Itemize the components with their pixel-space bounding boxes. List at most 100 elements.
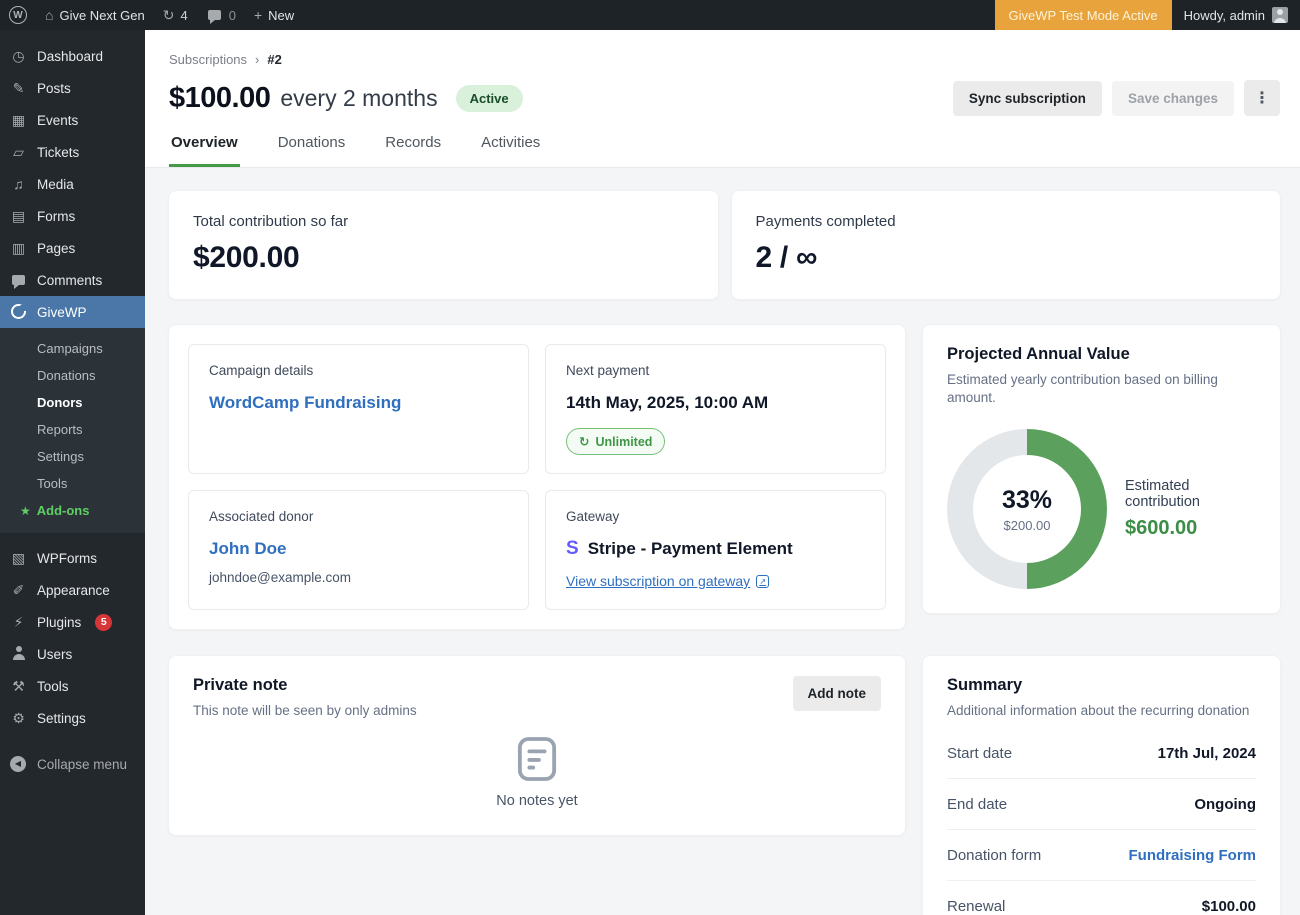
private-note-title: Private note: [193, 676, 417, 695]
sidebar-item-label: Appearance: [37, 583, 110, 598]
sidebar-item-pages[interactable]: ▥ Pages: [0, 232, 145, 264]
gateway-link-label: View subscription on gateway: [566, 573, 750, 589]
sidebar-item-comments[interactable]: Comments: [0, 264, 145, 296]
plugins-update-badge: 5: [95, 614, 112, 631]
summary-label: Donation form: [947, 847, 1041, 864]
sidebar-item-appearance[interactable]: ✐ Appearance: [0, 574, 145, 606]
sidebar-item-plugins[interactable]: ⚡ Plugins 5: [0, 606, 145, 638]
plus-icon: +: [254, 8, 262, 22]
users-icon: [10, 646, 27, 662]
tab-overview[interactable]: Overview: [169, 134, 240, 167]
note-document-icon: [517, 736, 557, 782]
sidebar-item-label: Events: [37, 113, 78, 128]
sidebar-item-users[interactable]: Users: [0, 638, 145, 670]
sidebar-item-tickets[interactable]: ▱ Tickets: [0, 136, 145, 168]
sidebar-item-media[interactable]: ♫ Media: [0, 168, 145, 200]
summary-row-end-date: End date Ongoing: [947, 779, 1256, 830]
stat-card-total-contribution: Total contribution so far $200.00: [168, 190, 719, 300]
breadcrumb-current: #2: [267, 52, 281, 67]
sidebar-item-label: Tools: [37, 679, 69, 694]
breadcrumb-subscriptions[interactable]: Subscriptions: [169, 52, 247, 67]
external-link-icon: ↗: [756, 575, 769, 588]
private-note-card: Private note This note will be seen by o…: [168, 655, 906, 836]
save-changes-button[interactable]: Save changes: [1112, 81, 1234, 116]
submenu-item-tools[interactable]: Tools: [0, 470, 145, 497]
add-note-button[interactable]: Add note: [793, 676, 882, 711]
private-note-subtitle: This note will be seen by only admins: [193, 702, 417, 720]
summary-row-renewal: Renewal $100.00: [947, 881, 1256, 915]
sidebar-item-label: GiveWP: [37, 305, 87, 320]
givewp-icon: [10, 304, 27, 321]
account-menu[interactable]: Howdy, admin: [1172, 0, 1300, 30]
wordpress-logo-icon: W: [9, 6, 27, 24]
sidebar-item-wpforms[interactable]: ▧ WPForms: [0, 542, 145, 574]
sidebar-item-label: Dashboard: [37, 49, 103, 64]
tab-activities[interactable]: Activities: [479, 134, 542, 167]
renewal-refresh-icon: ↻: [579, 434, 589, 449]
summary-row-start-date: Start date 17th Jul, 2024: [947, 728, 1256, 779]
summary-title: Summary: [947, 676, 1256, 695]
submenu-item-reports[interactable]: Reports: [0, 416, 145, 443]
summary-label: Start date: [947, 745, 1012, 762]
updates-icon: ↻: [163, 8, 175, 22]
wordpress-menu[interactable]: W: [0, 0, 36, 30]
sidebar-item-events[interactable]: ▦ Events: [0, 104, 145, 136]
site-name: Give Next Gen: [59, 8, 144, 23]
sync-subscription-button[interactable]: Sync subscription: [953, 81, 1102, 116]
gateway-card: Gateway S Stripe - Payment Element View …: [545, 490, 886, 610]
plugins-icon: ⚡: [10, 615, 27, 629]
sidebar-item-forms[interactable]: ▤ Forms: [0, 200, 145, 232]
page-header: Subscriptions › #2 $100.00 every 2 month…: [145, 30, 1300, 168]
comments-link[interactable]: 0: [197, 0, 245, 30]
sidebar-item-givewp[interactable]: GiveWP: [0, 296, 145, 328]
sidebar-item-posts[interactable]: ✎ Posts: [0, 72, 145, 104]
collapse-menu-label: Collapse menu: [37, 757, 127, 772]
sidebar-item-dashboard[interactable]: ◷ Dashboard: [0, 40, 145, 72]
posts-icon: ✎: [10, 81, 27, 95]
new-content-link[interactable]: + New: [245, 0, 303, 30]
no-notes-message: No notes yet: [496, 793, 577, 809]
view-subscription-gateway-link[interactable]: View subscription on gateway ↗: [566, 573, 769, 589]
avatar: [1272, 7, 1288, 23]
updates-link[interactable]: ↻ 4: [154, 0, 197, 30]
sidebar-item-label: Settings: [37, 711, 86, 726]
next-payment-date: 14th May, 2025, 10:00 AM: [566, 393, 865, 413]
donation-form-link[interactable]: Fundraising Form: [1129, 847, 1257, 864]
submenu-item-addons[interactable]: ★ Add-ons: [0, 497, 145, 524]
test-mode-label: GiveWP Test Mode Active: [1009, 8, 1158, 23]
site-link[interactable]: ⌂ Give Next Gen: [36, 0, 154, 30]
gateway-name: Stripe - Payment Element: [588, 539, 793, 559]
campaign-details-label: Campaign details: [209, 363, 508, 378]
tab-records[interactable]: Records: [383, 134, 443, 167]
submenu-item-settings[interactable]: Settings: [0, 443, 145, 470]
stripe-icon: S: [566, 538, 579, 560]
subscription-amount: $100.00: [169, 82, 270, 115]
donor-email: johndoe@example.com: [209, 570, 508, 585]
stat-value: $200.00: [193, 241, 694, 275]
updates-count: 4: [180, 8, 187, 23]
more-options-button[interactable]: ⋮: [1244, 80, 1280, 116]
admin-bar: W ⌂ Give Next Gen ↻ 4 0 + New GiveWP Tes…: [0, 0, 1300, 30]
estimated-contribution-label: Estimated contribution: [1125, 478, 1256, 510]
sidebar-item-settings[interactable]: ⚙ Settings: [0, 702, 145, 734]
campaign-link[interactable]: WordCamp Fundraising: [209, 393, 401, 413]
howdy-label: Howdy, admin: [1184, 8, 1265, 23]
test-mode-banner[interactable]: GiveWP Test Mode Active: [995, 0, 1172, 30]
submenu-item-donors[interactable]: Donors: [0, 389, 145, 416]
star-icon: ★: [20, 504, 31, 518]
gateway-label: Gateway: [566, 509, 865, 524]
estimated-contribution-value: $600.00: [1125, 517, 1256, 540]
tab-bar: Overview Donations Records Activities: [169, 134, 1280, 167]
tools-icon: ⚒: [10, 679, 27, 693]
donor-link[interactable]: John Doe: [209, 539, 286, 559]
tab-donations[interactable]: Donations: [276, 134, 348, 167]
collapse-menu-button[interactable]: ◀ Collapse menu: [0, 748, 145, 780]
submenu-item-campaigns[interactable]: Campaigns: [0, 335, 145, 362]
collapse-icon: ◀: [10, 756, 27, 772]
unlimited-badge-label: Unlimited: [595, 435, 652, 449]
sidebar-item-tools[interactable]: ⚒ Tools: [0, 670, 145, 702]
status-badge: Active: [456, 85, 523, 112]
sidebar-item-label: Comments: [37, 273, 102, 288]
submenu-item-donations[interactable]: Donations: [0, 362, 145, 389]
sidebar-item-label: Media: [37, 177, 74, 192]
